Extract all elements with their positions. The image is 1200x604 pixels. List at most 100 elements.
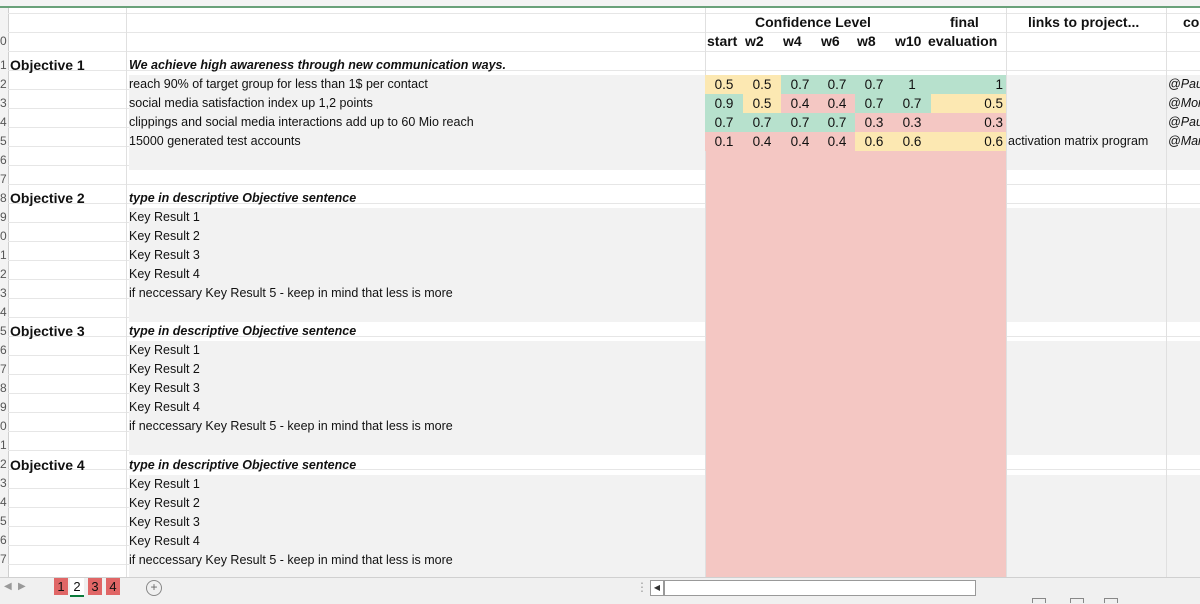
- row-number[interactable]: 4: [0, 493, 8, 512]
- row-number[interactable]: 7: [0, 360, 8, 379]
- key-result-text[interactable]: Key Result 2: [129, 494, 200, 513]
- column-letter[interactable]: B: [412, 0, 419, 6]
- column-letter[interactable]: H: [906, 0, 913, 6]
- spreadsheet-grid[interactable]: ABCDEFGHIJ0123456789012345678901234567Co…: [0, 0, 1200, 577]
- final-evaluation-cell[interactable]: 0.5: [931, 94, 1006, 113]
- mention-cell[interactable]: @Pau: [1168, 75, 1200, 94]
- row-number[interactable]: 0: [0, 417, 8, 436]
- confidence-value-cell[interactable]: 0.7: [893, 94, 931, 113]
- column-letter[interactable]: C: [720, 0, 727, 6]
- column-letter[interactable]: J: [1084, 0, 1089, 6]
- objective-label[interactable]: Objective 4: [10, 456, 85, 475]
- mention-cell[interactable]: @Mar: [1168, 132, 1200, 151]
- key-result-text[interactable]: clippings and social media interactions …: [129, 113, 474, 132]
- horizontal-scrollbar[interactable]: [664, 580, 976, 596]
- row-number[interactable]: 5: [0, 322, 8, 341]
- confidence-value-cell[interactable]: 0.4: [819, 132, 855, 151]
- row-number[interactable]: 2: [0, 265, 8, 284]
- key-result-text[interactable]: social media satisfaction index up 1,2 p…: [129, 94, 373, 113]
- objective-description[interactable]: We achieve high awareness through new co…: [129, 56, 506, 75]
- column-letter[interactable]: D: [762, 0, 769, 6]
- row-number[interactable]: 1: [0, 246, 8, 265]
- mention-cell[interactable]: @Pau: [1168, 113, 1200, 132]
- final-evaluation-cell[interactable]: 0.6: [931, 132, 1006, 151]
- key-result-text[interactable]: Key Result 2: [129, 227, 200, 246]
- final-evaluation-cell[interactable]: 1: [931, 75, 1006, 94]
- key-result-text[interactable]: Key Result 4: [129, 265, 200, 284]
- confidence-value-cell[interactable]: 0.1: [705, 132, 743, 151]
- key-result-text[interactable]: if neccessary Key Result 5 - keep in min…: [129, 551, 453, 570]
- splitter-handle-icon[interactable]: ⋮: [636, 580, 648, 594]
- confidence-value-cell[interactable]: 0.5: [743, 75, 781, 94]
- objective-description[interactable]: type in descriptive Objective sentence: [129, 189, 356, 208]
- row-number[interactable]: 0: [0, 227, 8, 246]
- confidence-value-cell[interactable]: 1: [893, 75, 931, 94]
- normal-view-icon[interactable]: [1032, 598, 1046, 603]
- row-number[interactable]: 7: [0, 170, 8, 189]
- confidence-value-cell[interactable]: 0.9: [705, 94, 743, 113]
- objective-description[interactable]: type in descriptive Objective sentence: [129, 322, 356, 341]
- column-header-bar[interactable]: [0, 0, 1200, 8]
- key-result-text[interactable]: Key Result 4: [129, 398, 200, 417]
- confidence-value-cell[interactable]: 0.7: [781, 113, 819, 132]
- row-number[interactable]: 6: [0, 341, 8, 360]
- sheet-tab-3[interactable]: 3: [88, 578, 102, 595]
- confidence-value-cell[interactable]: 0.7: [819, 113, 855, 132]
- confidence-value-cell[interactable]: 0.4: [743, 132, 781, 151]
- key-result-text[interactable]: 15000 generated test accounts: [129, 132, 301, 151]
- confidence-value-cell[interactable]: 0.6: [855, 132, 893, 151]
- final-evaluation-cell[interactable]: 0.3: [931, 113, 1006, 132]
- key-result-text[interactable]: Key Result 1: [129, 208, 200, 227]
- sheet-tab-4[interactable]: 4: [106, 578, 120, 595]
- triangle-left-icon[interactable]: ◀: [650, 580, 664, 596]
- plus-circle-icon[interactable]: +: [146, 580, 162, 596]
- page-break-icon[interactable]: [1104, 598, 1118, 603]
- row-number[interactable]: 5: [0, 512, 8, 531]
- row-number[interactable]: 4: [0, 303, 8, 322]
- row-number[interactable]: 0: [0, 32, 8, 51]
- objective-label[interactable]: Objective 3: [10, 322, 85, 341]
- column-letter[interactable]: E: [798, 0, 805, 6]
- key-result-text[interactable]: reach 90% of target group for less than …: [129, 75, 428, 94]
- objective-label[interactable]: Objective 2: [10, 189, 85, 208]
- row-number[interactable]: 6: [0, 531, 8, 550]
- row-number[interactable]: 1: [0, 436, 8, 455]
- confidence-value-cell[interactable]: 0.7: [743, 113, 781, 132]
- confidence-value-cell[interactable]: 0.6: [893, 132, 931, 151]
- key-result-text[interactable]: if neccessary Key Result 5 - keep in min…: [129, 417, 453, 436]
- objective-label[interactable]: Objective 1: [10, 56, 85, 75]
- column-letter[interactable]: G: [868, 0, 876, 6]
- row-number[interactable]: 7: [0, 550, 8, 569]
- sheet-tab-1[interactable]: 1: [54, 578, 68, 595]
- row-number[interactable]: 3: [0, 284, 8, 303]
- key-result-text[interactable]: if neccessary Key Result 5 - keep in min…: [129, 284, 453, 303]
- confidence-value-cell[interactable]: 0.7: [855, 75, 893, 94]
- column-letter[interactable]: I: [960, 0, 963, 6]
- row-number[interactable]: 1: [0, 56, 8, 75]
- key-result-text[interactable]: Key Result 3: [129, 246, 200, 265]
- page-layout-icon[interactable]: [1070, 598, 1084, 603]
- confidence-value-cell[interactable]: 0.3: [893, 113, 931, 132]
- project-link-cell[interactable]: activation matrix program: [1008, 132, 1148, 151]
- confidence-value-cell[interactable]: 0.5: [705, 75, 743, 94]
- confidence-value-cell[interactable]: 0.7: [705, 113, 743, 132]
- row-number[interactable]: 4: [0, 113, 8, 132]
- confidence-value-cell[interactable]: 0.5: [743, 94, 781, 113]
- row-number[interactable]: 2: [0, 75, 8, 94]
- row-number[interactable]: 2: [0, 455, 8, 474]
- objective-description[interactable]: type in descriptive Objective sentence: [129, 456, 356, 475]
- confidence-value-cell[interactable]: 0.7: [819, 75, 855, 94]
- row-number[interactable]: 3: [0, 94, 8, 113]
- sheet-tab-2[interactable]: 2: [70, 578, 84, 597]
- confidence-value-cell[interactable]: 0.4: [819, 94, 855, 113]
- column-letter[interactable]: A: [66, 0, 73, 6]
- key-result-text[interactable]: Key Result 1: [129, 475, 200, 494]
- row-number[interactable]: 9: [0, 208, 8, 227]
- row-number[interactable]: 8: [0, 379, 8, 398]
- mention-cell[interactable]: @Mor: [1168, 94, 1200, 113]
- confidence-value-cell[interactable]: 0.4: [781, 132, 819, 151]
- row-number[interactable]: 6: [0, 151, 8, 170]
- key-result-text[interactable]: Key Result 1: [129, 341, 200, 360]
- row-number[interactable]: 8: [0, 189, 8, 208]
- key-result-text[interactable]: Key Result 4: [129, 532, 200, 551]
